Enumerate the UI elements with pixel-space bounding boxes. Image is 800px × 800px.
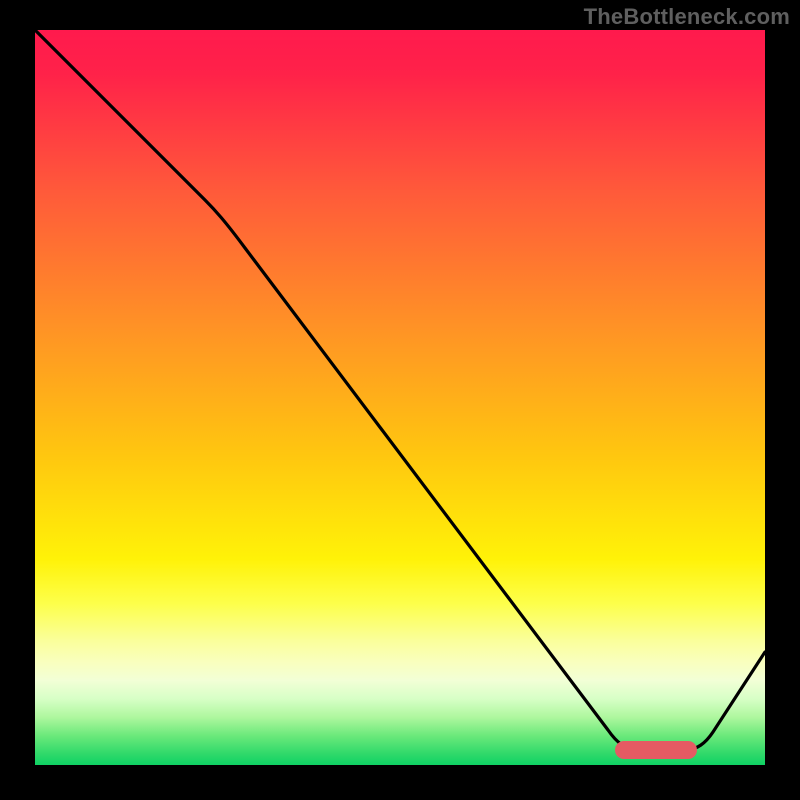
chart-container: TheBottleneck.com: [0, 0, 800, 800]
plot-svg: [35, 30, 765, 765]
plot-area: [35, 30, 765, 765]
bottleneck-marker: [615, 741, 697, 759]
watermark-text: TheBottleneck.com: [584, 4, 790, 30]
